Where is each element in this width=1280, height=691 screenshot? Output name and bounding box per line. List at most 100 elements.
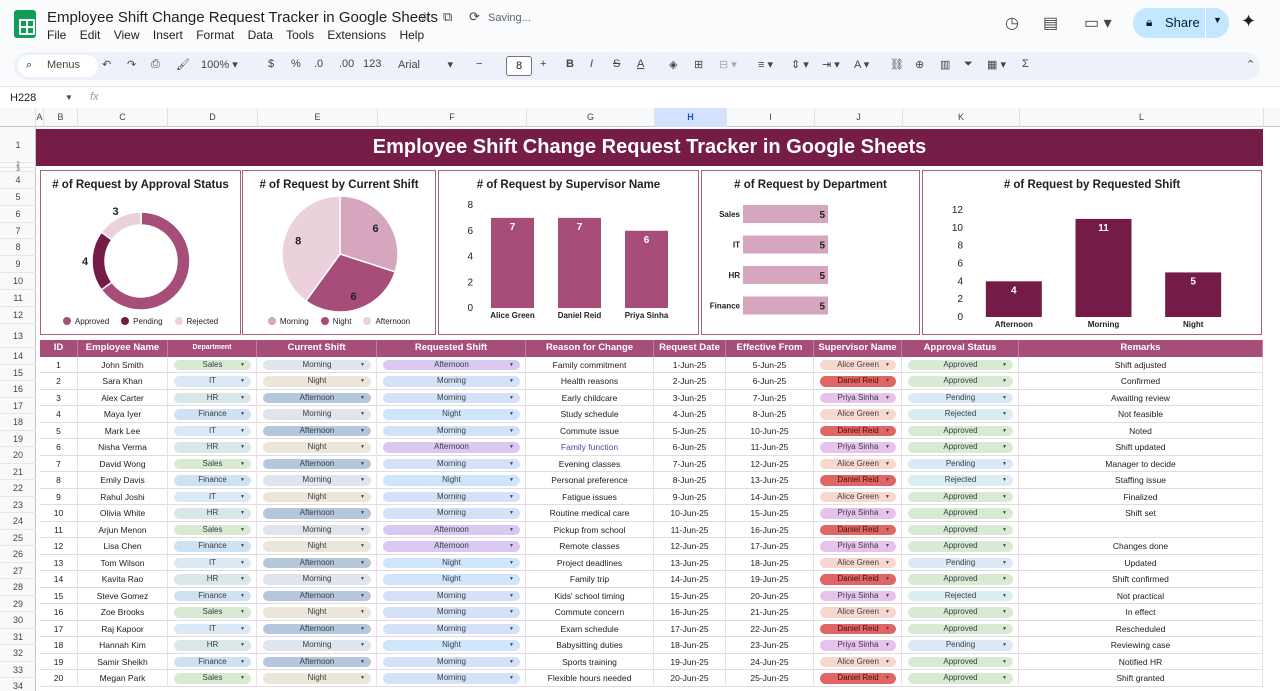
table-cell[interactable]: Zoe Brooks: [78, 604, 168, 621]
collapse-toolbar-icon[interactable]: ⌃: [1246, 58, 1255, 71]
column-header-cell[interactable]: Current Shift: [257, 340, 377, 357]
column-header-cell[interactable]: Supervisor Name: [814, 340, 902, 357]
meet-icon[interactable]: ▭ ▾: [1084, 13, 1112, 33]
table-cell[interactable]: Afternoon ▼: [377, 439, 526, 456]
share-button[interactable]: 🔒︎ Share ▼: [1133, 8, 1229, 38]
table-cell[interactable]: Alex Carter: [78, 389, 168, 406]
pie-slice-pending[interactable]: [91, 231, 113, 291]
table-cell[interactable]: Daniel Reid ▼: [814, 373, 902, 390]
row-header[interactable]: 22: [0, 480, 36, 497]
table-cell[interactable]: Afternoon ▼: [257, 653, 377, 670]
dropdown-chip[interactable]: Priya Sinha ▼: [820, 442, 896, 453]
dropdown-chip[interactable]: Pending ▼: [908, 557, 1013, 568]
dropdown-chip[interactable]: Night ▼: [383, 475, 520, 486]
dropdown-chip[interactable]: Finance ▼: [174, 475, 251, 486]
document-title[interactable]: Employee Shift Change Request Tracker in…: [47, 9, 438, 26]
table-cell[interactable]: Project deadlines: [526, 554, 654, 571]
merge-cells-icon[interactable]: ⊟ ▾: [719, 58, 737, 71]
table-cell[interactable]: 5-Jun-25: [654, 422, 726, 439]
menu-view[interactable]: View: [114, 28, 140, 42]
dropdown-chip[interactable]: Sales ▼: [174, 673, 251, 684]
dropdown-chip[interactable]: Night ▼: [383, 640, 520, 651]
dropdown-chip[interactable]: Approved ▼: [908, 656, 1013, 667]
table-cell[interactable]: Daniel Reid ▼: [814, 571, 902, 588]
table-cell[interactable]: 17: [40, 620, 78, 637]
table-cell[interactable]: Morning ▼: [257, 472, 377, 489]
table-cell[interactable]: Morning ▼: [377, 488, 526, 505]
table-cell[interactable]: HR ▼: [168, 439, 257, 456]
row-header[interactable]: 32: [0, 645, 36, 662]
table-cell[interactable]: 23-Jun-25: [726, 637, 814, 654]
dropdown-chip[interactable]: HR ▼: [174, 640, 251, 651]
increase-decimal-button[interactable]: .00: [339, 58, 354, 70]
dropdown-chip[interactable]: Rejected ▼: [908, 409, 1013, 420]
table-cell[interactable]: Staffing issue: [1019, 472, 1263, 489]
dropdown-chip[interactable]: Approved ▼: [908, 541, 1013, 552]
table-cell[interactable]: Rejected ▼: [902, 406, 1019, 423]
row-header[interactable]: 23: [0, 497, 36, 513]
table-cell[interactable]: Not feasible: [1019, 406, 1263, 423]
dropdown-chip[interactable]: Night ▼: [263, 541, 371, 552]
table-cell[interactable]: Alice Green ▼: [814, 488, 902, 505]
table-cell[interactable]: Sales ▼: [168, 521, 257, 538]
table-cell[interactable]: Reviewing case: [1019, 637, 1263, 654]
dropdown-chip[interactable]: Priya Sinha ▼: [820, 590, 896, 601]
table-cell[interactable]: Afternoon ▼: [257, 620, 377, 637]
dropdown-chip[interactable]: Afternoon ▼: [263, 590, 371, 601]
insert-link-icon[interactable]: ⛓︎: [890, 58, 904, 71]
column-header-cell[interactable]: Effective From: [726, 340, 814, 357]
borders-icon[interactable]: ⊞: [694, 58, 703, 71]
pie-slice-rejected[interactable]: [100, 211, 142, 241]
table-cell[interactable]: Pickup from school: [526, 521, 654, 538]
table-cell[interactable]: IT ▼: [168, 373, 257, 390]
table-cell[interactable]: Family trip: [526, 571, 654, 588]
table-cell[interactable]: Pending ▼: [902, 637, 1019, 654]
font-size-input[interactable]: 8: [506, 56, 532, 76]
dropdown-chip[interactable]: Afternoon ▼: [383, 524, 520, 535]
table-cell[interactable]: Megan Park: [78, 670, 168, 687]
table-cell[interactable]: Morning ▼: [257, 571, 377, 588]
table-cell[interactable]: 10-Jun-25: [654, 505, 726, 522]
table-cell[interactable]: Approved ▼: [902, 620, 1019, 637]
dropdown-chip[interactable]: Alice Green ▼: [820, 656, 896, 667]
table-cell[interactable]: 14: [40, 571, 78, 588]
table-cell[interactable]: Priya Sinha ▼: [814, 538, 902, 555]
dropdown-chip[interactable]: Alice Green ▼: [820, 557, 896, 568]
dropdown-chip[interactable]: Approved ▼: [908, 376, 1013, 387]
dropdown-chip[interactable]: Approved ▼: [908, 425, 1013, 436]
table-cell[interactable]: Alice Green ▼: [814, 653, 902, 670]
table-cell[interactable]: Approved ▼: [902, 571, 1019, 588]
dropdown-chip[interactable]: Morning ▼: [383, 392, 520, 403]
table-cell[interactable]: Maya Iyer: [78, 406, 168, 423]
table-cell[interactable]: 8-Jun-25: [726, 406, 814, 423]
star-icon[interactable]: ☆: [419, 9, 431, 25]
table-cell[interactable]: Alice Green ▼: [814, 406, 902, 423]
table-cell[interactable]: 7: [40, 455, 78, 472]
approval-status-chart[interactable]: # of Request by Approval Status 43 Appro…: [40, 170, 241, 335]
table-cell[interactable]: HR ▼: [168, 505, 257, 522]
dropdown-chip[interactable]: Alice Green ▼: [820, 607, 896, 618]
table-cell[interactable]: Study schedule: [526, 406, 654, 423]
row-header[interactable]: 24: [0, 513, 36, 530]
table-cell[interactable]: 3: [40, 389, 78, 406]
table-cell[interactable]: Daniel Reid ▼: [814, 422, 902, 439]
table-cell[interactable]: 11-Jun-25: [726, 439, 814, 456]
row-header[interactable]: 6: [0, 206, 36, 223]
table-cell[interactable]: Pending ▼: [902, 554, 1019, 571]
table-cell[interactable]: 16-Jun-25: [654, 604, 726, 621]
table-cell[interactable]: Morning ▼: [377, 670, 526, 687]
table-cell[interactable]: Finance ▼: [168, 653, 257, 670]
dropdown-chip[interactable]: Night ▼: [383, 574, 520, 585]
row-header[interactable]: 29: [0, 596, 36, 612]
sheets-logo-icon[interactable]: [14, 10, 36, 38]
table-cell[interactable]: 17-Jun-25: [726, 538, 814, 555]
dropdown-chip[interactable]: Afternoon ▼: [263, 458, 371, 469]
table-cell[interactable]: Exam schedule: [526, 620, 654, 637]
increase-font-size-button[interactable]: +: [540, 58, 546, 70]
dropdown-chip[interactable]: Alice Green ▼: [820, 491, 896, 502]
table-cell[interactable]: Approved ▼: [902, 604, 1019, 621]
dropdown-chip[interactable]: Afternoon ▼: [263, 656, 371, 667]
dropdown-chip[interactable]: Finance ▼: [174, 656, 251, 667]
row-header[interactable]: 13: [0, 324, 36, 348]
dropdown-chip[interactable]: Morning ▼: [263, 524, 371, 535]
